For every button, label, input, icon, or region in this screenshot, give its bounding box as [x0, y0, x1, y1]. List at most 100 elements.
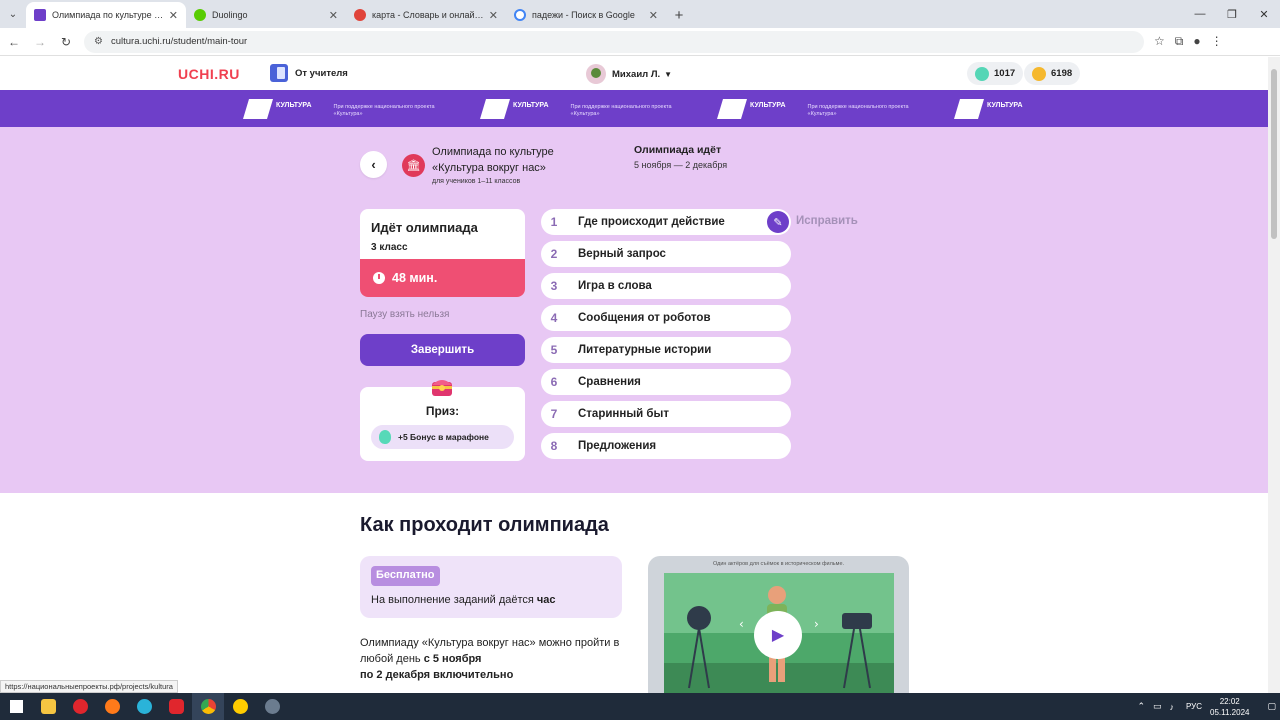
free-badge: Бесплатно — [371, 566, 440, 586]
taskbar-clock[interactable]: 22:02 05.11.2024 — [1210, 696, 1249, 718]
olympiad-dates: 5 ноября — 2 декабря — [634, 160, 728, 170]
banner-group: КУЛЬТУРА При поддержке национального про… — [480, 99, 701, 119]
file-explorer-icon[interactable] — [32, 693, 64, 720]
extensions-icon[interactable]: ⧉ — [1175, 34, 1184, 49]
tray-chevron-icon[interactable]: ⌃ — [1137, 701, 1145, 712]
banner-group: КУЛЬТУРА При поддержке национального про… — [717, 99, 938, 119]
task-item[interactable]: 8 Предложения — [541, 433, 791, 459]
user-menu[interactable]: Михаил Л. ▼ — [586, 64, 672, 84]
minimize-icon[interactable]: — — [1184, 0, 1216, 28]
finish-button[interactable]: Завершить — [360, 334, 525, 366]
site-header: UCHI.RU От учителя Михаил Л. ▼ 1017 6198 — [0, 57, 1268, 90]
from-teacher-link[interactable]: От учителя — [270, 64, 348, 82]
restore-icon[interactable]: ❐ — [1216, 0, 1248, 28]
browser-tab[interactable]: карта - Словарь и онлайн-пер ✕ — [346, 2, 506, 28]
task-item[interactable]: 2 Верный запрос — [541, 241, 791, 267]
browser-tab[interactable]: Duolingo ✕ — [186, 2, 346, 28]
task-number: 1 — [550, 215, 558, 229]
page-scrollbar[interactable] — [1268, 57, 1280, 693]
task-item[interactable]: 1 Где происходит действие — [541, 209, 791, 235]
bookmark-star-icon[interactable]: ☆ — [1154, 34, 1165, 49]
olympiad-subtitle: для учеников 1–11 классов — [432, 178, 521, 185]
chrome-icon[interactable] — [192, 693, 224, 720]
window-controls: — ❐ ✕ — [1184, 0, 1280, 28]
gem-icon — [975, 66, 989, 81]
intro-video[interactable]: Один актёров для съёмок в историческом ф… — [648, 556, 909, 694]
treasure-chest-icon — [432, 380, 452, 396]
browser-menu-icon[interactable]: ⋮ — [1211, 34, 1223, 49]
olympiad-status: Олимпиада идёт — [634, 144, 722, 156]
olympiad-title-line2: «Культура вокруг нас» — [432, 162, 546, 174]
task-item[interactable]: 3 Игра в слова — [541, 273, 791, 299]
task-number: 5 — [550, 343, 558, 357]
book-icon — [270, 64, 288, 82]
site-info-icon[interactable]: ⚙ — [94, 36, 103, 47]
tab-close-icon[interactable]: ✕ — [169, 9, 178, 22]
timer-bar: 48 мин. — [360, 259, 525, 297]
network-icon[interactable]: ▭ — [1153, 701, 1162, 712]
task-item[interactable]: 5 Литературные истории — [541, 337, 791, 363]
system-tool-icon[interactable] — [256, 693, 288, 720]
coin-icon — [1032, 66, 1046, 81]
browser-tab-active[interactable]: Олимпиада по культуре «Культ ✕ — [26, 2, 186, 28]
play-video-button[interactable]: ▶ — [754, 611, 802, 659]
tab-close-icon[interactable]: ✕ — [329, 9, 338, 22]
browser-toolbar: ← → ↻ ⚙ cultura.uchi.ru/student/main-tou… — [0, 28, 1280, 56]
tab-title: Duolingo — [212, 10, 248, 20]
gems-value: 1017 — [994, 68, 1016, 79]
coins-value: 6198 — [1051, 68, 1073, 79]
yandex-browser-icon[interactable] — [224, 693, 256, 720]
banner-group: КУЛЬТУРА При поддержке национального про… — [243, 99, 464, 119]
tab-close-icon[interactable]: ✕ — [649, 9, 658, 22]
opera-icon[interactable] — [64, 693, 96, 720]
culture-flag-icon — [954, 99, 984, 119]
banner-support-text: При поддержке национального проекта «Кул… — [333, 104, 435, 117]
reload-icon[interactable]: ↻ — [54, 30, 78, 54]
task-number: 3 — [550, 279, 558, 293]
tab-title: карта - Словарь и онлайн-пер — [372, 10, 485, 20]
task-number: 7 — [550, 407, 558, 421]
profile-icon[interactable]: ● — [1193, 34, 1200, 49]
uchi-logo[interactable]: UCHI.RU — [178, 66, 240, 82]
keyboard-language[interactable]: РУС — [1186, 702, 1202, 711]
task-name: Игра в слова — [578, 280, 652, 292]
duolingo-favicon-icon — [194, 9, 206, 21]
firefox-icon[interactable] — [96, 693, 128, 720]
task-item[interactable]: 6 Сравнения — [541, 369, 791, 395]
howto-heading: Как проходит олимпиада — [360, 514, 609, 536]
close-window-icon[interactable]: ✕ — [1248, 0, 1280, 28]
yandex-icon[interactable] — [160, 693, 192, 720]
forward-arrow-icon[interactable]: → — [28, 30, 52, 54]
volume-icon[interactable]: ♪ — [1170, 702, 1175, 712]
edge-icon[interactable] — [128, 693, 160, 720]
video-caption: Один актёров для съёмок в историческом ф… — [712, 561, 845, 567]
status-url-tooltip: https://национальныепроекты.рф/projects/… — [0, 680, 178, 693]
time-info-text: На выполнение заданий даётся — [371, 594, 534, 606]
scrollbar-thumb[interactable] — [1271, 69, 1277, 239]
edit-pencil-icon[interactable]: ✎ — [767, 211, 789, 233]
new-tab-plus-icon[interactable]: + — [666, 2, 692, 28]
user-name: Михаил Л. — [612, 68, 661, 80]
start-windows-icon[interactable] — [0, 693, 32, 720]
prize-bonus-text: +5 Бонус в марафоне — [398, 432, 489, 442]
task-number: 8 — [550, 439, 558, 453]
clock-date: 05.11.2024 — [1210, 707, 1250, 717]
task-name: Литературные истории — [578, 344, 712, 356]
task-name: Предложения — [578, 440, 657, 452]
fix-answer-button[interactable]: Исправить — [796, 215, 858, 227]
browser-tab[interactable]: падежи - Поиск в Google ✕ — [506, 2, 666, 28]
notifications-icon[interactable]: ▢ — [1267, 701, 1276, 712]
anyday-end: по 2 декабря включительно — [360, 669, 514, 681]
tab-search-chevron-icon[interactable]: ⌄ — [0, 0, 26, 28]
anyday-start: с 5 ноября — [423, 653, 482, 665]
task-item[interactable]: 7 Старинный быт — [541, 401, 791, 427]
tab-close-icon[interactable]: ✕ — [489, 9, 498, 22]
task-item[interactable]: 4 Сообщения от роботов — [541, 305, 791, 331]
address-bar[interactable]: ⚙ cultura.uchi.ru/student/main-tour — [84, 30, 1144, 53]
back-button[interactable]: ‹ — [360, 151, 387, 178]
coins-counter[interactable]: 6198 — [1024, 62, 1081, 85]
gems-counter[interactable]: 1017 — [967, 62, 1024, 85]
back-arrow-icon[interactable]: ← — [2, 30, 26, 54]
free-info-card: Бесплатно На выполнение заданий даётся ч… — [360, 556, 622, 618]
culture-banner[interactable]: КУЛЬТУРА При поддержке национального про… — [0, 90, 1268, 127]
